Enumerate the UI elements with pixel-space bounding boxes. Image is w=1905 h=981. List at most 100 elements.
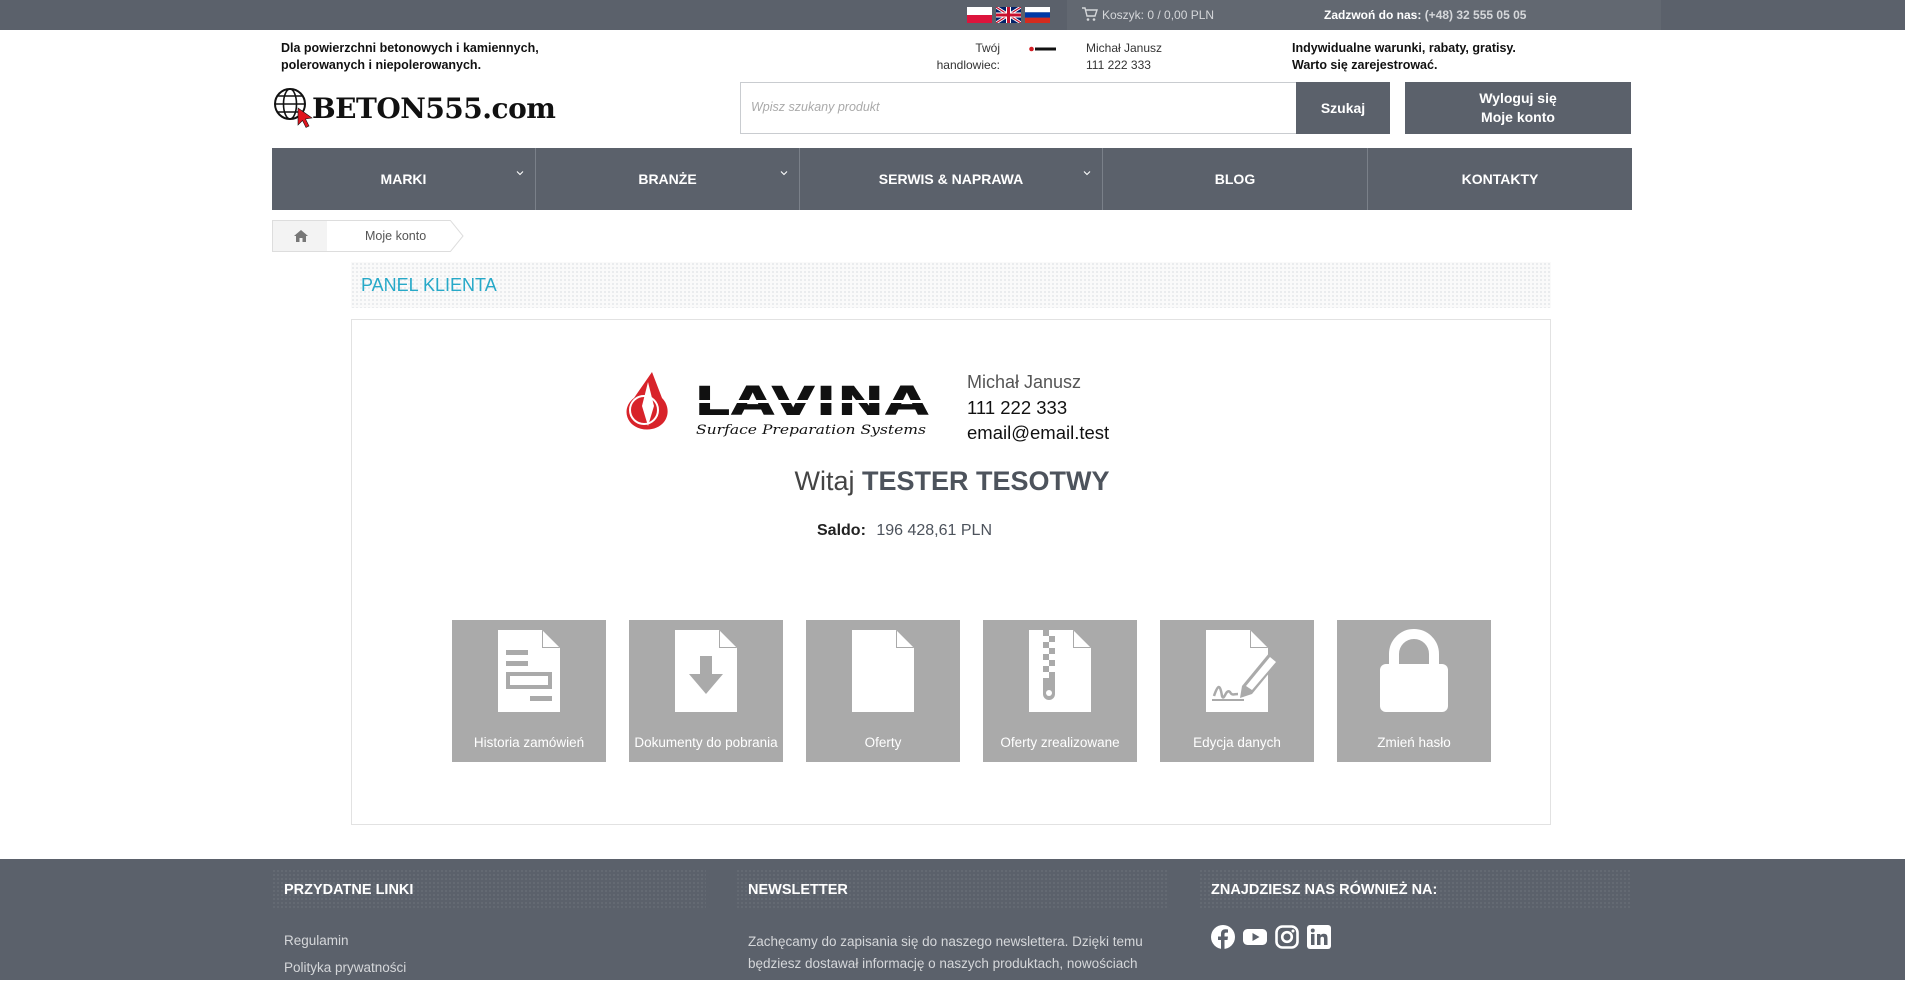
account-button[interactable]: Wyloguj się Moje konto [1405,82,1631,134]
nav-item-serwis[interactable]: SERWIS & NAPRAWA [800,148,1103,210]
nav-item-blog[interactable]: BLOG [1103,148,1368,210]
breadcrumb-end [450,220,464,252]
nav-label: SERWIS & NAPRAWA [878,171,1024,187]
tile-label: Zmień hasło [1377,735,1451,750]
tagline-line: polerowanych i niepolerowanych. [281,58,482,72]
page-title: PANEL KLIENTA [361,275,497,295]
nav-item-kontakty[interactable]: KONTAKTY [1368,148,1632,210]
lavina-logo: LAVINA Surface Preparation Systems [626,372,929,438]
language-switcher [967,7,1050,23]
nav-item-marki[interactable]: MARKI [272,148,536,210]
rep-phone: 111 222 333 [1086,58,1151,72]
panel-title-bar: PANEL KLIENTA [351,262,1551,308]
my-account-link[interactable]: Moje konto [1481,108,1555,127]
pl-flag-icon[interactable] [967,7,992,23]
logo-text: BETON555.com [312,91,556,125]
uk-flag-icon[interactable] [996,7,1021,23]
balance-label: Saldo: [817,522,866,539]
logout-link[interactable]: Wyloguj się [1479,89,1557,108]
site-logo[interactable]: BETON555.com [272,86,556,130]
tagline-line: Dla powierzchni betonowych i kamiennych, [281,41,539,55]
breadcrumb-current: Moje konto [327,220,451,252]
tile-label: Dokumenty do pobrania [634,735,778,750]
footer-link-privacy[interactable]: Polityka prywatności [284,954,406,981]
search-input[interactable] [741,83,1291,131]
nav-label: BLOG [1214,171,1256,187]
welcome-prefix: Witaj [794,466,855,496]
contact-name: Michał Janusz [967,372,1082,392]
footer-newsletter-title: NEWSLETTER [748,882,848,898]
footer-links: Regulamin Polityka prywatności [284,927,406,981]
search-button[interactable]: Szukaj [1296,82,1390,134]
globe-cursor-icon [274,88,313,128]
tile-label: Oferty zrealizowane [1000,735,1120,750]
tile-change-password[interactable]: Zmień hasło [1337,620,1491,762]
promo-line: Indywidualne warunki, rabaty, gratisy. [1292,41,1516,55]
tile-label: Historia zamówień [473,735,585,750]
search-box [740,82,1390,134]
welcome-user-name: TESTER TESOTWY [862,466,1110,496]
nav-label: KONTAKTY [1461,171,1539,187]
tile-order-history[interactable]: Historia zamówień [452,620,606,762]
lavina-logo-subtext: Surface Preparation Systems [696,423,926,438]
facebook-icon[interactable] [1211,925,1235,949]
footer-links-header: PRZYDATNE LINKI [272,869,706,909]
panel-tiles: Historia zamówień Dokumenty do pobrania … [452,620,1491,762]
rep-company-logo [1029,46,1056,52]
breadcrumb-home[interactable] [272,220,328,252]
phone-label: Zadzwoń do nas: [1324,8,1422,22]
nav-label: BRANŻE [638,171,697,187]
promo-line: Warto się zarejestrować. [1292,58,1438,72]
footer-social-title: ZNAJDZIESZ NAS RÓWNIEŻ NA: [1211,882,1438,898]
sales-rep-label: Twój handlowiec: [930,40,1000,74]
balance-value: 196 428,61 PLN [876,522,992,539]
sales-rep-info: Michał Janusz 111 222 333 [1086,40,1162,74]
breadcrumb: Moje konto [272,220,464,252]
chevron-down-icon [1083,171,1091,176]
ru-flag-icon[interactable] [1025,7,1050,23]
tagline: Dla powierzchni betonowych i kamiennych,… [281,40,581,74]
customer-panel: LAVINA Surface Preparation Systems Micha… [351,319,1551,825]
social-icons [1211,925,1331,949]
account-balance: Saldo: 196 428,61 PLN [817,522,992,540]
tile-completed-offers[interactable]: Oferty zrealizowane [983,620,1137,762]
nav-label: MARKI [380,171,427,187]
contact-email[interactable]: email@email.test [967,422,1109,444]
youtube-icon[interactable] [1243,925,1267,949]
signature-edit-icon [1206,630,1280,712]
cart-icon [1082,7,1098,21]
tile-label: Oferty [864,735,902,750]
welcome-heading: Witaj TESTER TESOTWY [352,466,1552,497]
cart-text: Koszyk: 0 / 0,00 PLN [1102,7,1215,22]
footer-social-header: ZNAJDZIESZ NAS RÓWNIEŻ NA: [1199,869,1631,909]
instagram-icon[interactable] [1275,925,1299,949]
newsletter-text: Zachęcamy do zapisania się do naszego ne… [748,934,1143,971]
contact-phone: 111 222 333 [967,397,1068,418]
chevron-down-icon [780,171,788,176]
document-icon [852,630,914,712]
footer: PRZYDATNE LINKI NEWSLETTER ZNAJDZIESZ NA… [0,859,1905,980]
footer-link-regulamin[interactable]: Regulamin [284,927,406,954]
cart-link[interactable]: Koszyk: 0 / 0,00 PLN [1081,7,1214,22]
phone-number[interactable]: (+48) 32 555 05 05 [1425,8,1527,22]
download-document-icon [675,630,737,712]
footer-links-title: PRZYDATNE LINKI [284,882,414,898]
tile-label: Edycja danych [1193,735,1281,750]
footer-newsletter-header: NEWSLETTER [736,869,1168,909]
main-nav: MARKI BRANŻE SERWIS & NAPRAWA BLOG KONTA… [272,148,1632,210]
linkedin-icon[interactable] [1307,925,1331,949]
rep-label-line: Twój [975,41,1000,55]
tile-offers[interactable]: Oferty [806,620,960,762]
rep-label-line: handlowiec: [936,58,1000,72]
top-bar: Koszyk: 0 / 0,00 PLN Zadzwoń do nas: (+4… [0,0,1905,30]
rep-name: Michał Janusz [1086,41,1163,55]
chevron-down-icon [516,171,524,176]
tile-documents[interactable]: Dokumenty do pobrania [629,620,783,762]
tile-edit-data[interactable]: Edycja danych [1160,620,1314,762]
lock-icon [1380,629,1448,712]
nav-item-branze[interactable]: BRANŻE [536,148,800,210]
promo-text: Indywidualne warunki, rabaty, gratisy. W… [1292,40,1516,74]
zip-document-icon [1029,630,1091,712]
order-history-icon [498,630,560,712]
home-icon [293,230,308,242]
